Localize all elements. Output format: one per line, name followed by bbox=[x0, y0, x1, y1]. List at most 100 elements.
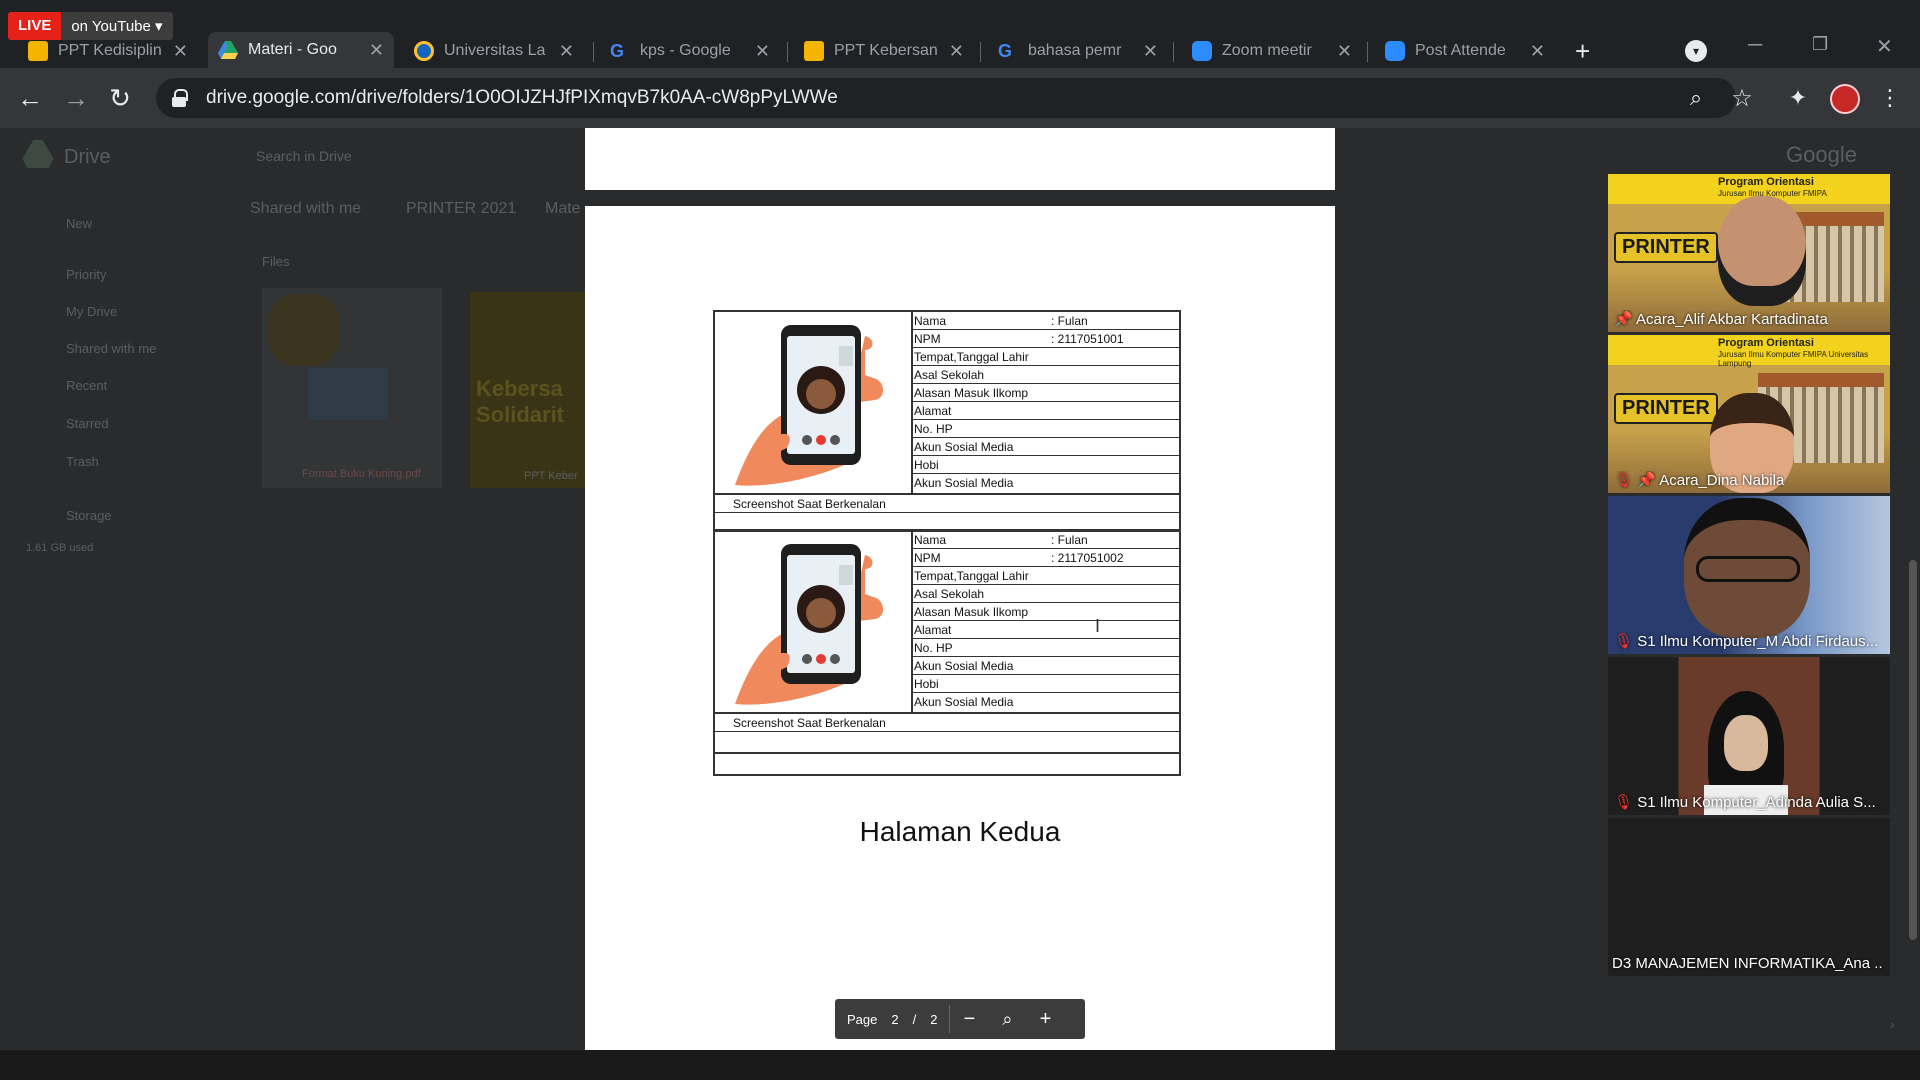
new-tab-button[interactable]: + bbox=[1575, 36, 1590, 67]
pdf-page-2: Nama: Fulan NPM: 2117051001 Tempat,Tangg… bbox=[585, 206, 1335, 1050]
menu-kebab-icon[interactable]: ⋮ bbox=[1870, 78, 1910, 118]
tab-bahasa[interactable]: G bahasa pemr ✕ bbox=[988, 34, 1168, 68]
reload-button[interactable]: ↻ bbox=[100, 78, 140, 118]
close-icon[interactable]: ✕ bbox=[1530, 41, 1545, 62]
nav-shared[interactable]: Shared with me bbox=[66, 341, 156, 356]
close-icon[interactable]: ✕ bbox=[1337, 41, 1352, 62]
tab-search-button[interactable]: ▾ bbox=[1685, 40, 1707, 62]
page-indicator[interactable]: Page 2 / 2 bbox=[835, 999, 949, 1039]
screenshot-caption: Screenshot Saat Berkenalan bbox=[715, 714, 1181, 732]
tab-separator bbox=[1367, 42, 1368, 62]
minimize-button[interactable]: ─ bbox=[1748, 34, 1762, 57]
google-wordmark: Google bbox=[1786, 142, 1857, 167]
field-sosmed: Akun Sosial Media bbox=[911, 438, 1181, 456]
participant-video bbox=[1718, 196, 1806, 306]
panel-scrollbar[interactable] bbox=[1909, 560, 1917, 940]
tab-ppt-kedisiplin[interactable]: PPT Kedisiplin ✕ bbox=[18, 34, 198, 68]
nav-storage[interactable]: Storage bbox=[66, 508, 112, 523]
text-cursor-icon: I bbox=[1095, 616, 1101, 636]
nav-trash[interactable]: Trash bbox=[66, 454, 99, 469]
address-bar[interactable]: drive.google.com/drive/folders/1O0OIJZHJ… bbox=[156, 78, 1736, 118]
lock-icon bbox=[172, 89, 188, 107]
participant-name: D3 MANAJEMEN INFORMATIKA_Ana ... bbox=[1612, 955, 1884, 972]
drive-icon bbox=[218, 41, 238, 59]
field-no-hp: No. HP bbox=[911, 420, 1181, 438]
pdf-page-1 bbox=[585, 128, 1335, 190]
pdf-pager: Page 2 / 2 − ⌕ + bbox=[835, 999, 1085, 1039]
screenshot-caption: Screenshot Saat Berkenalan bbox=[715, 495, 1181, 513]
forward-button[interactable]: → bbox=[56, 78, 96, 118]
tab-post-attendee[interactable]: Post Attende ✕ bbox=[1375, 34, 1555, 68]
back-button[interactable]: ← bbox=[10, 78, 50, 118]
files-section-label: Files bbox=[262, 254, 290, 269]
mic-muted-icon: 🎙 bbox=[1614, 633, 1634, 650]
bio-form: Nama: Fulan NPM: 2117051002 Tempat,Tangg… bbox=[713, 529, 1181, 776]
page-label: Page bbox=[847, 1011, 878, 1027]
participant-tile[interactable]: 🎙 S1 Ilmu Komputer_Adinda Aulia S... bbox=[1608, 657, 1890, 815]
bio-form: Nama: Fulan NPM: 2117051001 Tempat,Tangg… bbox=[713, 310, 1181, 532]
nav-my-drive[interactable]: My Drive bbox=[66, 304, 117, 319]
breadcrumb-printer[interactable]: PRINTER 2021 bbox=[406, 200, 516, 218]
tab-separator bbox=[593, 42, 594, 62]
close-icon[interactable]: ✕ bbox=[559, 41, 574, 62]
bottom-bar bbox=[0, 1050, 1920, 1080]
field-npm: NPM: 2117051001 bbox=[911, 330, 1181, 348]
participant-tile[interactable]: Program Orientasi Jurusan Ilmu Komputer … bbox=[1608, 174, 1890, 332]
drive-search-placeholder[interactable]: Search in Drive bbox=[256, 148, 352, 164]
phone-call-illustration bbox=[735, 544, 884, 705]
profile-avatar[interactable] bbox=[1830, 84, 1860, 114]
google-icon: G bbox=[998, 41, 1013, 61]
tab-universitas[interactable]: Universitas La ✕ bbox=[404, 34, 584, 68]
zoom-in-button[interactable]: + bbox=[1026, 1008, 1064, 1031]
close-icon[interactable]: ✕ bbox=[173, 41, 188, 62]
thumbnail-photo bbox=[308, 368, 388, 420]
breadcrumb-materi[interactable]: Mate bbox=[545, 200, 581, 218]
page-current[interactable]: 2 bbox=[891, 1012, 898, 1027]
file-name: PPT Keber bbox=[524, 470, 578, 482]
field-sosmed-2: Akun Sosial Media bbox=[914, 476, 1014, 490]
restore-button[interactable]: ❐ bbox=[1812, 34, 1828, 55]
field-ttl: Tempat,Tanggal Lahir bbox=[911, 348, 1181, 366]
page-total: 2 bbox=[930, 1011, 938, 1027]
field-asal-sekolah: Asal Sekolah bbox=[911, 585, 1181, 603]
close-icon[interactable]: ✕ bbox=[755, 41, 770, 62]
participant-name: 🎙 S1 Ilmu Komputer_Adinda Aulia S... bbox=[1614, 794, 1876, 811]
close-icon[interactable]: ✕ bbox=[1143, 41, 1158, 62]
participant-name: 🎙 S1 Ilmu Komputer_M Abdi Firdaus... bbox=[1614, 633, 1879, 650]
tab-ppt-kebersamaan[interactable]: PPT Kebersan ✕ bbox=[794, 34, 974, 68]
close-icon[interactable]: ✕ bbox=[949, 41, 964, 62]
pin-icon: 📌 bbox=[1614, 311, 1633, 328]
glasses-shape bbox=[1696, 556, 1800, 582]
chevron-right-icon[interactable]: › bbox=[1890, 1016, 1895, 1032]
file-name: Format Buku Kuning.pdf bbox=[302, 468, 421, 480]
new-button[interactable]: New bbox=[66, 216, 92, 231]
nav-recent[interactable]: Recent bbox=[66, 378, 107, 393]
participant-tile[interactable]: Program Orientasi Jurusan Ilmu Komputer … bbox=[1608, 335, 1890, 493]
field-asal-sekolah: Asal Sekolah bbox=[911, 366, 1181, 384]
file-card[interactable]: Kebersa Solidarit PPT Keber bbox=[470, 292, 585, 488]
file-card[interactable]: Format Buku Kuning.pdf bbox=[262, 288, 442, 488]
field-nama: Nama: Fulan bbox=[911, 312, 1181, 330]
participant-tile[interactable]: D3 MANAJEMEN INFORMATIKA_Ana ... bbox=[1608, 818, 1890, 976]
page-caption: Halaman Kedua bbox=[859, 816, 1061, 847]
participant-tile[interactable]: 🎙 S1 Ilmu Komputer_M Abdi Firdaus... bbox=[1608, 496, 1890, 654]
zoom-out-button[interactable]: − bbox=[950, 1008, 988, 1031]
breadcrumb-shared[interactable]: Shared with me bbox=[250, 200, 361, 218]
close-window-button[interactable]: ✕ bbox=[1876, 34, 1893, 59]
extensions-icon[interactable]: ✦ bbox=[1778, 78, 1818, 118]
tab-kps[interactable]: G kps - Google ✕ bbox=[600, 34, 780, 68]
tab-separator bbox=[787, 42, 788, 62]
close-icon[interactable]: ✕ bbox=[369, 40, 384, 61]
google-icon: G bbox=[610, 41, 625, 61]
tab-materi[interactable]: Materi - Goo ✕ bbox=[208, 32, 394, 68]
nav-starred[interactable]: Starred bbox=[66, 416, 109, 431]
zoom-icon-toolbar[interactable]: ⌕ bbox=[1676, 78, 1716, 118]
url-text: drive.google.com/drive/folders/1O0OIJZHJ… bbox=[206, 87, 838, 108]
tab-zoom-meeting[interactable]: Zoom meetir ✕ bbox=[1182, 34, 1362, 68]
zoom-icon bbox=[1385, 41, 1405, 61]
bookmark-star-icon[interactable]: ☆ bbox=[1722, 78, 1762, 118]
thumbnail-logo bbox=[268, 294, 340, 366]
nav-priority[interactable]: Priority bbox=[66, 267, 106, 282]
magnifier-icon[interactable]: ⌕ bbox=[988, 1009, 1026, 1030]
field-hobi: Hobi bbox=[911, 456, 1181, 474]
